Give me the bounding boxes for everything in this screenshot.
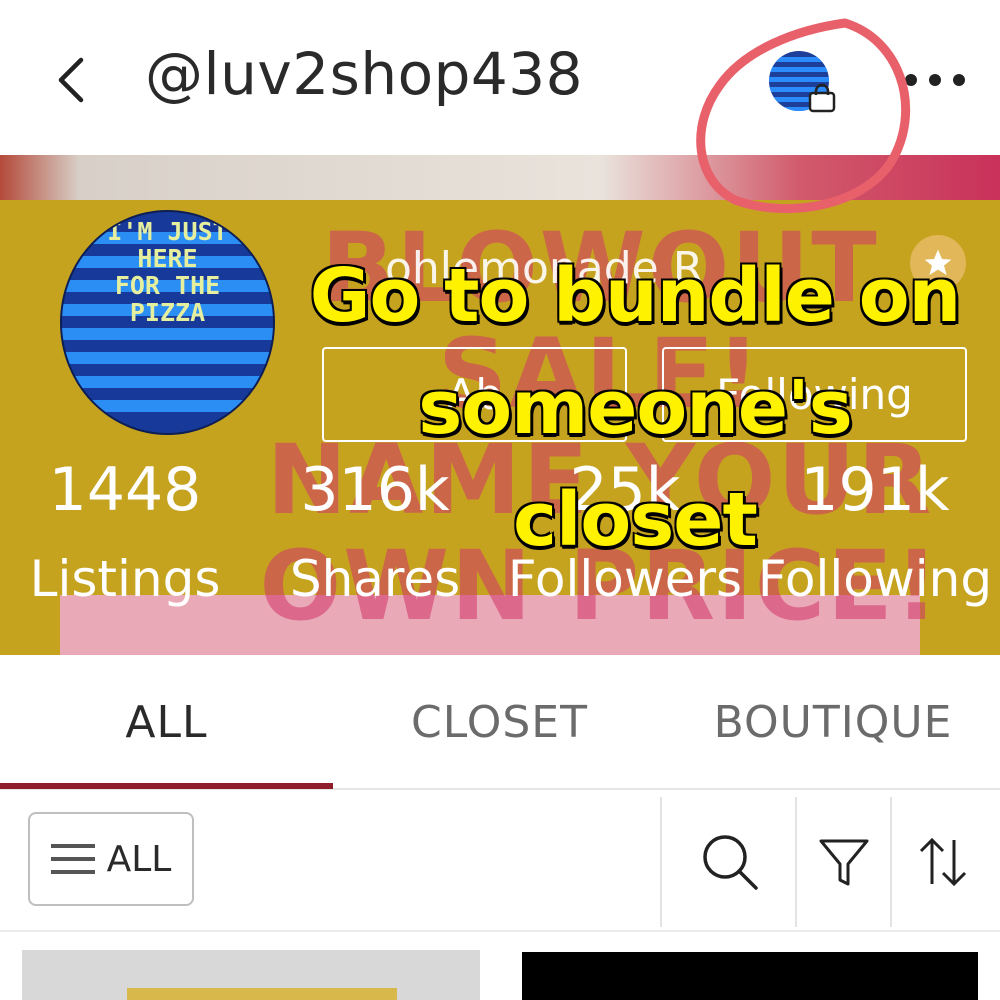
divider [660,797,662,927]
closet-tabs: ALL CLOSET BOUTIQUE [0,655,1000,790]
tab-all[interactable]: ALL [0,655,333,790]
more-options-button[interactable] [900,55,970,105]
filter-button[interactable] [812,817,876,907]
stat-listings-label: Listings [29,550,221,608]
category-filter-label: ALL [106,838,172,880]
closet-username: @luv2shop438 [145,40,584,108]
filter-bar: ALL [0,792,1000,932]
more-horizontal-icon [905,74,965,86]
bundle-button[interactable] [765,45,845,115]
menu-icon [50,844,95,874]
tab-boutique[interactable]: BOUTIQUE [666,655,1000,790]
sort-icon [919,837,967,887]
listing-thumbnail[interactable] [522,952,978,1000]
divider [890,797,892,927]
closet-banner: BLOWOUT SALE! NAME YOUR OWN PRICE! I'M J… [0,155,1000,655]
back-button[interactable] [40,45,100,115]
top-bar: @luv2shop438 [0,0,1000,155]
stat-listings-value[interactable]: 1448 [5,455,245,525]
avatar-shirt-text: I'M JUST HERE FOR THE PIZZA [107,217,228,327]
search-button[interactable] [690,817,770,907]
sort-button[interactable] [908,817,978,907]
category-filter-button[interactable]: ALL [28,812,194,906]
chevron-left-icon [58,57,84,103]
listing-thumbnail[interactable] [22,950,480,1000]
listing-image [127,988,397,1000]
active-tab-indicator [0,783,333,789]
filter-icon [819,839,869,886]
divider [795,797,797,927]
search-icon [703,835,758,890]
instruction-caption: Go to bundle on someone's closet [309,253,961,563]
shopping-bag-icon [808,83,836,113]
banner-paint-strip [0,155,1000,200]
tab-closet[interactable]: CLOSET [333,655,666,790]
